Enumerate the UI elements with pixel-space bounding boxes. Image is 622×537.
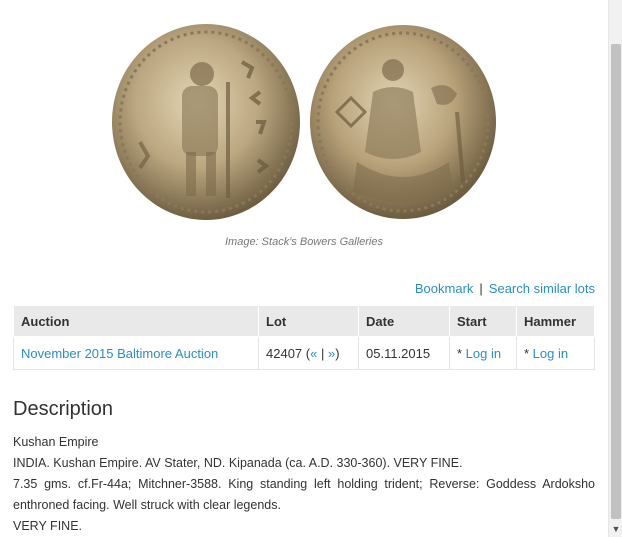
description-body: Kushan Empire INDIA. Kushan Empire. AV S… [13,432,595,537]
date-cell: 05.11.2015 [358,336,450,370]
description-line: 7.35 gms. cf.Fr-44a; Mitchner-3588. King… [13,477,595,512]
column-header-lot: Lot [258,305,359,337]
lot-page: Image: Stack's Bowers Galleries Bookmark… [0,0,608,537]
column-header-auction: Auction [13,305,259,337]
image-caption: Image: Stack's Bowers Galleries [225,236,383,248]
description-line: INDIA. Kushan Empire. AV Stater, ND. Kip… [13,456,463,470]
column-header-date: Date [358,305,450,337]
auction-cell: November 2015 Baltimore Auction [13,336,259,370]
lot-nav-close: ) [335,345,340,361]
search-similar-link[interactable]: Search similar lots [489,281,595,296]
hammer-login-link[interactable]: Log in [533,346,568,361]
start-cell: * Log in [449,336,517,370]
coin-reverse-icon [307,22,499,222]
table-row: November 2015 Baltimore Auction 42407 («… [13,336,595,370]
lot-table: Auction Lot Date Start Hammer November 2… [13,305,595,370]
column-header-hammer: Hammer [516,305,595,337]
start-login-link[interactable]: Log in [466,346,501,361]
description-title: Description [13,398,114,420]
lot-nav-separator: | [317,345,328,361]
table-header-row: Auction Lot Date Start Hammer [13,305,595,337]
scroll-down-arrow-icon[interactable]: ▼ [609,523,622,535]
auction-link[interactable]: November 2015 Baltimore Auction [21,346,218,361]
description-line: VERY FINE. [13,519,83,533]
coin-obverse-icon [110,22,302,222]
scrollbar-thumb[interactable] [611,44,621,519]
column-header-start: Start [449,305,517,337]
description-line: Kushan Empire [13,435,99,449]
hammer-cell: * Log in [516,336,595,370]
lot-cell: 42407 (« | ») [258,336,359,370]
lot-number: 42407 [266,345,303,361]
lot-actions: Bookmark | Search similar lots [415,281,595,296]
coin-image[interactable] [110,22,500,228]
start-prefix: * [457,345,466,361]
actions-separator: | [479,281,483,296]
hammer-prefix: * [524,345,533,361]
vertical-scrollbar[interactable]: ▼ [608,0,622,537]
bookmark-link[interactable]: Bookmark [415,281,474,296]
